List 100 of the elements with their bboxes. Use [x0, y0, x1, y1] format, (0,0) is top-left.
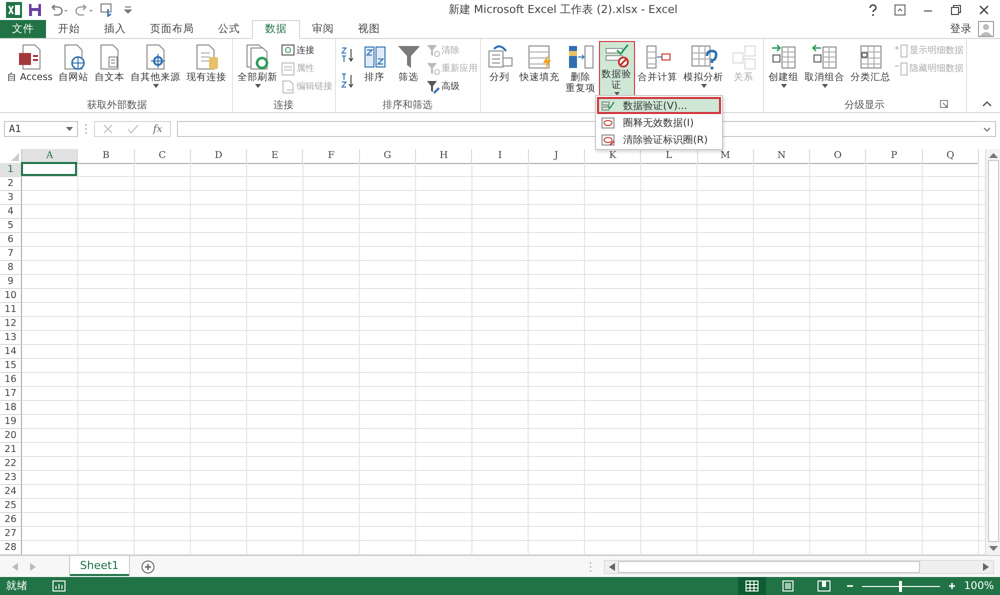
- avatar-icon[interactable]: [978, 20, 994, 37]
- scroll-right-icon[interactable]: [983, 562, 989, 571]
- insert-function-button[interactable]: fx: [153, 124, 162, 135]
- ribbon-tab[interactable]: 数据: [252, 20, 300, 39]
- sort-ascending-icon[interactable]: [340, 46, 355, 63]
- ribbon-button[interactable]: 全部刷新: [234, 40, 281, 98]
- column-header[interactable]: H: [416, 149, 472, 164]
- row-header[interactable]: 3: [0, 191, 22, 206]
- ribbon-button[interactable]: 自其他来源: [128, 40, 184, 98]
- column-header[interactable]: D: [190, 149, 248, 164]
- collapse-ribbon-icon[interactable]: [982, 101, 992, 108]
- column-header[interactable]: E: [247, 149, 304, 164]
- redo-icon[interactable]: [74, 4, 94, 16]
- ribbon-button[interactable]: 创建组: [766, 40, 802, 98]
- ribbon-small-button[interactable]: 连接: [280, 42, 333, 59]
- row-header[interactable]: 17: [0, 387, 22, 402]
- row-header[interactable]: 16: [0, 373, 22, 388]
- ribbon-small-button[interactable]: 高级: [426, 78, 478, 95]
- expand-caret-icon[interactable]: [983, 126, 991, 132]
- row-header[interactable]: 10: [0, 289, 22, 304]
- scroll-left-icon[interactable]: [609, 562, 615, 571]
- menu-item[interactable]: 数据验证(V)...: [597, 97, 721, 114]
- scroll-down-icon[interactable]: [988, 546, 998, 552]
- cell-grid[interactable]: [22, 163, 985, 556]
- column-header[interactable]: J: [528, 149, 585, 164]
- sort-descending-icon[interactable]: [340, 72, 355, 89]
- ribbon-tab[interactable]: 审阅: [300, 20, 346, 38]
- scroll-thumb[interactable]: [988, 160, 998, 542]
- macro-record-icon[interactable]: [52, 580, 66, 592]
- menu-item[interactable]: 圈释无效数据(I): [597, 114, 721, 131]
- row-header[interactable]: 22: [0, 457, 22, 472]
- row-header[interactable]: 25: [0, 499, 22, 514]
- sheet-tab[interactable]: Sheet1: [70, 556, 129, 576]
- sign-in-link[interactable]: 登录: [950, 22, 972, 36]
- active-cell[interactable]: [21, 162, 78, 176]
- add-sheet-icon[interactable]: [140, 560, 155, 574]
- ribbon-button[interactable]: 自 Access: [4, 40, 56, 98]
- ribbon-button[interactable]: 快速填充: [516, 40, 563, 98]
- horizontal-scrollbar[interactable]: [604, 560, 994, 574]
- splitter-grip-icon[interactable]: [589, 560, 592, 573]
- normal-view-button[interactable]: [738, 577, 766, 595]
- vertical-scrollbar[interactable]: [985, 149, 1000, 556]
- close-icon[interactable]: [978, 4, 990, 16]
- enter-check-icon[interactable]: [127, 124, 139, 134]
- row-header[interactable]: 12: [0, 317, 22, 332]
- column-header[interactable]: O: [810, 149, 866, 164]
- ribbon-button[interactable]: 筛选: [392, 40, 426, 98]
- row-header[interactable]: 20: [0, 429, 22, 444]
- row-header[interactable]: 14: [0, 345, 22, 360]
- dialog-launcher-icon[interactable]: [940, 100, 948, 108]
- row-header[interactable]: 18: [0, 401, 22, 416]
- menu-item[interactable]: 清除验证标识圈(R): [597, 131, 721, 148]
- file-menu-button[interactable]: 文件: [0, 20, 46, 38]
- ribbon-tab[interactable]: 视图: [346, 20, 392, 38]
- zoom-in-icon[interactable]: [948, 582, 956, 590]
- restore-icon[interactable]: [950, 4, 962, 16]
- zoom-thumb[interactable]: [899, 580, 902, 592]
- row-header[interactable]: 13: [0, 331, 22, 346]
- ribbon-tab[interactable]: 页面布局: [138, 20, 206, 38]
- column-header[interactable]: P: [866, 149, 923, 164]
- column-header[interactable]: N: [754, 149, 810, 164]
- column-header[interactable]: G: [360, 149, 416, 164]
- ribbon-button[interactable]: 自网站: [56, 40, 92, 98]
- column-header[interactable]: Q: [922, 149, 980, 164]
- name-box[interactable]: A1: [4, 121, 78, 138]
- column-header[interactable]: C: [134, 149, 191, 164]
- row-header[interactable]: 4: [0, 205, 22, 220]
- row-header[interactable]: 5: [0, 219, 22, 234]
- row-header[interactable]: 7: [0, 247, 22, 262]
- ribbon-button[interactable]: 删除 重复项: [562, 40, 599, 98]
- ribbon-button[interactable]: 排序: [358, 40, 392, 98]
- ribbon-button[interactable]: 分列: [482, 40, 517, 98]
- ribbon-button[interactable]: 现有连接: [184, 40, 230, 98]
- row-header[interactable]: 8: [0, 261, 22, 276]
- ribbon-tab[interactable]: 开始: [46, 20, 92, 38]
- ribbon-button[interactable]: 数据验 证: [598, 40, 635, 98]
- row-header[interactable]: 24: [0, 485, 22, 500]
- row-header[interactable]: 23: [0, 471, 22, 486]
- row-header[interactable]: 26: [0, 513, 22, 528]
- scroll-thumb[interactable]: [618, 560, 920, 573]
- help-icon[interactable]: [868, 4, 878, 16]
- column-header[interactable]: B: [78, 149, 135, 164]
- column-header[interactable]: I: [472, 149, 529, 164]
- customize-caret-icon[interactable]: [124, 4, 132, 15]
- row-header[interactable]: 19: [0, 415, 22, 430]
- ribbon-button[interactable]: 取消组合: [802, 40, 848, 98]
- ribbon-tab[interactable]: 插入: [92, 20, 138, 38]
- row-header[interactable]: 1: [0, 163, 22, 178]
- row-header[interactable]: 15: [0, 359, 22, 374]
- row-header[interactable]: 11: [0, 303, 22, 318]
- ribbon-button[interactable]: 自文本: [92, 40, 128, 98]
- row-header[interactable]: 27: [0, 527, 22, 542]
- ribbon-button[interactable]: 分类汇总: [848, 40, 894, 98]
- row-header[interactable]: 21: [0, 443, 22, 458]
- zoom-level[interactable]: 100%: [964, 580, 994, 592]
- row-header[interactable]: 9: [0, 275, 22, 290]
- ribbon-display-icon[interactable]: [894, 4, 906, 16]
- save-icon[interactable]: [28, 2, 42, 17]
- row-header[interactable]: 6: [0, 233, 22, 248]
- zoom-out-icon[interactable]: [846, 582, 854, 590]
